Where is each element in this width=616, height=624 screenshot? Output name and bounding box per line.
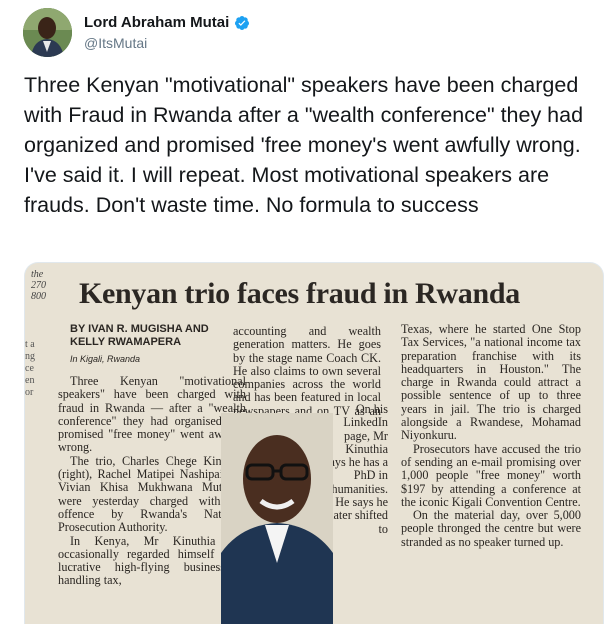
byline-line: BY IVAN R. MUGISHA AND bbox=[70, 323, 209, 335]
avatar-image bbox=[23, 8, 72, 57]
article-paragraph: On the material day, over 5,000 people t… bbox=[401, 508, 581, 549]
article-paragraph: The trio, Charles Chege Kinuthia (right)… bbox=[58, 453, 246, 535]
article-column-1: Three Kenyan "motivational speakers" hav… bbox=[58, 374, 246, 588]
margin-line: t a bbox=[25, 339, 35, 350]
margin-line: en bbox=[25, 375, 35, 386]
article-paragraph: Prosecutors have accused the trio of sen… bbox=[401, 441, 581, 509]
name-row: Lord Abraham Mutai bbox=[84, 14, 250, 31]
article-paragraph: Three Kenyan "motivational speakers" hav… bbox=[58, 374, 246, 455]
byline: BY IVAN R. MUGISHA AND KELLY RWAMAPERA bbox=[70, 323, 209, 349]
article-paragraph: In Kenya, Mr Kinuthia has occasionally r… bbox=[58, 533, 246, 588]
tweet-text: Three Kenyan "motivational" speakers hav… bbox=[24, 73, 584, 217]
dateline: In Kigali, Rwanda bbox=[70, 354, 141, 364]
newspaper-headline: Kenyan trio faces fraud in Rwanda bbox=[79, 277, 520, 310]
article-paragraph: Texas, where he started One Stop Tax Ser… bbox=[401, 322, 581, 443]
portrait-photo bbox=[221, 413, 333, 624]
margin-line: ng bbox=[25, 351, 35, 362]
margin-text: the 270 800 bbox=[31, 269, 46, 302]
margin-line: the bbox=[31, 269, 44, 280]
display-name[interactable]: Lord Abraham Mutai bbox=[84, 14, 229, 31]
margin-line: 270 bbox=[31, 280, 46, 291]
verified-badge-icon bbox=[235, 15, 250, 30]
tweet: Lord Abraham Mutai @ItsMutai Three Kenya… bbox=[0, 0, 616, 624]
user-handle[interactable]: @ItsMutai bbox=[84, 35, 147, 51]
avatar[interactable] bbox=[23, 8, 72, 57]
margin-line: ce bbox=[25, 363, 34, 374]
margin-line: or bbox=[25, 387, 34, 398]
margin-line: 800 bbox=[31, 291, 46, 302]
left-margin-text: t a ng ce en or bbox=[25, 339, 35, 399]
article-column-3: Texas, where he started One Stop Tax Ser… bbox=[401, 322, 581, 549]
tweet-image[interactable]: the 270 800 t a ng ce en or Kenyan trio … bbox=[24, 262, 604, 624]
newspaper-clipping: the 270 800 t a ng ce en or Kenyan trio … bbox=[25, 263, 603, 624]
byline-line: KELLY RWAMAPERA bbox=[70, 336, 182, 348]
